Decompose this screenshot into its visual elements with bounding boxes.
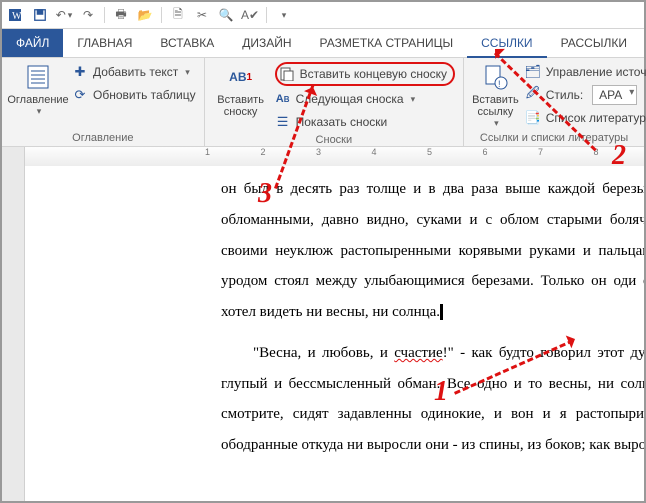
toc-icon: [23, 62, 53, 92]
next-footnote-button[interactable]: AB Следующая сноска ▾: [275, 89, 455, 109]
save-button[interactable]: [30, 5, 50, 25]
quick-access-toolbar: W ↶▾ ↷ 🖶 📂 🗎 ✂ 🔍 A✔ ▾: [2, 2, 644, 29]
text-cursor: [440, 304, 443, 320]
qat-print-icon[interactable]: 🖶: [111, 5, 131, 25]
manage-sources-label: Управление источник: [546, 65, 646, 79]
document-page[interactable]: он был в десять раз толще и в два раза в…: [25, 166, 644, 501]
chevron-down-icon: ▾: [37, 106, 42, 117]
show-notes-button[interactable]: ☰ Показать сноски: [275, 112, 455, 132]
insert-endnote-button[interactable]: Вставить концевую сноску: [275, 62, 455, 86]
horizontal-ruler[interactable]: 1 2 3 4 5 6 7 8 9 10 11 12 13: [25, 147, 644, 167]
show-notes-icon: ☰: [275, 114, 291, 130]
tab-home[interactable]: ГЛАВНАЯ: [63, 29, 146, 57]
update-table-label: Обновить таблицу: [93, 88, 196, 102]
update-icon: ⟳: [72, 87, 88, 103]
document-area: он был в десять раз толще и в два раза в…: [2, 166, 644, 501]
word-app-icon: W: [8, 6, 26, 24]
footnote-icon: AB1: [226, 62, 256, 92]
group-label-citations: Ссылки и списки литературы: [472, 130, 636, 144]
tab-page-layout[interactable]: РАЗМЕТКА СТРАНИЦЫ: [306, 29, 468, 57]
chevron-down-icon: ▾: [411, 94, 416, 105]
citation-style-row: 🖉 Стиль: APA: [525, 85, 646, 105]
chevron-down-icon: ▾: [494, 118, 499, 129]
tab-references[interactable]: ССЫЛКИ: [467, 29, 546, 57]
spell-error: счастие: [394, 345, 442, 361]
endnote-icon: [279, 66, 295, 82]
toc-label: Оглавление: [7, 94, 68, 106]
vertical-ruler[interactable]: [2, 166, 25, 501]
next-footnote-label: Следующая сноска: [296, 92, 404, 106]
ruler-row: 1 2 3 4 5 6 7 8 9 10 11 12 13: [2, 147, 644, 168]
undo-button[interactable]: ↶▾: [54, 5, 74, 25]
svg-text:W: W: [12, 11, 22, 22]
bibliography-label: Список литературы: [546, 111, 646, 125]
toc-button[interactable]: Оглавление ▾: [10, 62, 66, 117]
tab-insert[interactable]: ВСТАВКА: [146, 29, 228, 57]
qat-find-icon[interactable]: 🔍: [216, 5, 236, 25]
group-label-toc: Оглавление: [10, 130, 196, 144]
bibliography-icon: 📑: [525, 110, 541, 126]
qat-spell-icon[interactable]: A✔: [240, 5, 260, 25]
insert-footnote-label: Вставить сноску: [213, 94, 269, 118]
svg-text:!: !: [498, 79, 501, 89]
ruler-corner: [2, 147, 25, 167]
paragraph-2a: "Весна, и любовь, и: [253, 345, 394, 361]
ribbon: Оглавление ▾ ✚ Добавить текст ▾ ⟳ Обнови…: [2, 58, 644, 147]
insert-citation-label: Вставить ссылку: [472, 94, 519, 118]
add-text-button[interactable]: ✚ Добавить текст ▾: [72, 62, 196, 82]
insert-endnote-label: Вставить концевую сноску: [300, 67, 447, 81]
next-footnote-icon: AB: [275, 91, 291, 107]
tab-design[interactable]: ДИЗАЙН: [228, 29, 305, 57]
qat-customize-icon[interactable]: ▾: [273, 5, 293, 25]
manage-sources-icon: 🗂: [525, 64, 541, 80]
insert-footnote-button[interactable]: AB1 Вставить сноску: [213, 62, 269, 118]
style-combo[interactable]: APA: [592, 85, 637, 105]
qat-cut-icon[interactable]: ✂: [192, 5, 212, 25]
insert-citation-button[interactable]: ! Вставить ссылку ▾: [472, 62, 519, 129]
group-toc: Оглавление ▾ ✚ Добавить текст ▾ ⟳ Обнови…: [2, 58, 205, 146]
show-notes-label: Показать сноски: [296, 115, 388, 129]
redo-button[interactable]: ↷: [78, 5, 98, 25]
group-citations: ! Вставить ссылку ▾ 🗂 Управление источни…: [464, 58, 644, 146]
group-label-footnotes: Сноски: [213, 132, 455, 146]
document-text[interactable]: он был в десять раз толще и в два раза в…: [25, 166, 644, 461]
tab-mailings[interactable]: РАССЫЛКИ: [547, 29, 641, 57]
ribbon-tabs: ФАЙЛ ГЛАВНАЯ ВСТАВКА ДИЗАЙН РАЗМЕТКА СТР…: [2, 29, 644, 58]
bibliography-button[interactable]: 📑 Список литературы ▾: [525, 108, 646, 128]
add-text-icon: ✚: [72, 64, 88, 80]
manage-sources-button[interactable]: 🗂 Управление источник: [525, 62, 646, 82]
paragraph-1: он был в десять раз толще и в два раза в…: [221, 181, 644, 320]
style-label: Стиль:: [546, 88, 583, 102]
chevron-down-icon: ▾: [185, 67, 190, 78]
group-footnotes: AB1 Вставить сноску Вставить концевую сн…: [205, 58, 464, 146]
tab-file[interactable]: ФАЙЛ: [2, 29, 63, 57]
ruler-marks: 1 2 3 4 5 6 7 8 9 10 11 12 13: [25, 147, 644, 167]
style-icon: 🖉: [525, 87, 541, 103]
qat-open-icon[interactable]: 📂: [135, 5, 155, 25]
add-text-label: Добавить текст: [93, 65, 178, 79]
qat-new-icon[interactable]: 🗎: [168, 5, 188, 25]
update-table-button[interactable]: ⟳ Обновить таблицу: [72, 85, 196, 105]
citation-icon: !: [480, 62, 510, 92]
